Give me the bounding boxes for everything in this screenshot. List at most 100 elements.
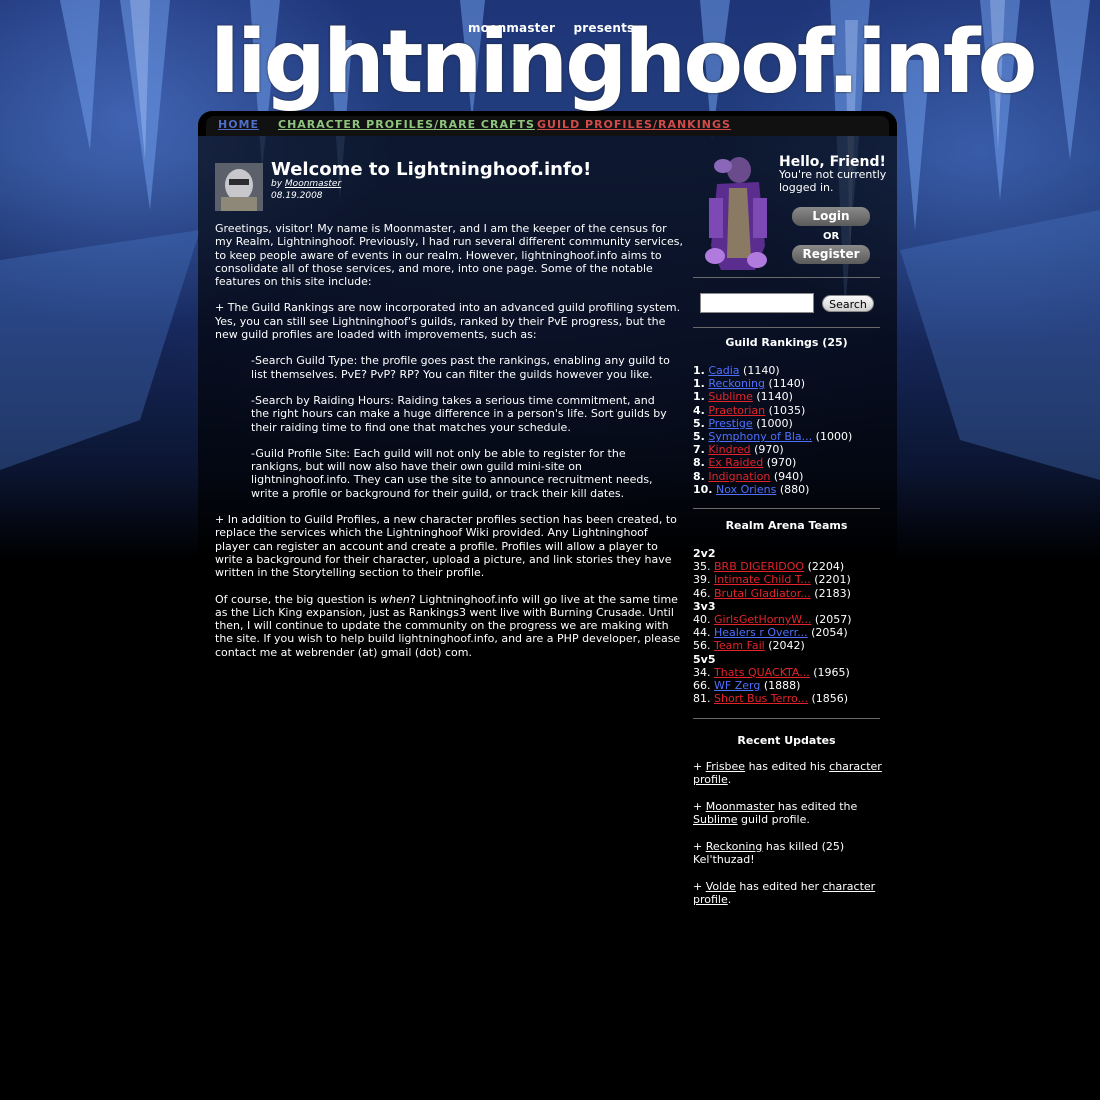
article-feature-item: -Guild Profile Site: Each guild will not…	[251, 446, 653, 500]
guild-ranking-row: 4. Praetorian (1035)	[693, 404, 891, 417]
arena-team-rank: 46.	[693, 586, 711, 600]
arena-team-link[interactable]: BRB DIGERIDOO	[714, 560, 804, 573]
update-text: has edited his	[745, 760, 830, 773]
divider	[693, 718, 880, 719]
guild-name-link[interactable]: Ex Raided	[708, 456, 763, 469]
article-date: 08.19.2008	[271, 191, 323, 201]
guild-score: (1140)	[743, 364, 780, 377]
author-avatar[interactable]	[215, 163, 263, 211]
guild-rankings-list: 1. Cadia (1140) 1. Reckoning (1140) 1. Sub…	[693, 364, 891, 496]
divider	[693, 327, 880, 328]
update-user-link[interactable]: Frisbee	[706, 760, 745, 773]
update-text: has edited her	[735, 879, 823, 893]
guild-name-link[interactable]: Nox Oriens	[716, 483, 776, 496]
arena-team-rank: 44.	[693, 626, 711, 640]
search-button[interactable]: Search	[822, 295, 874, 312]
guild-score: (1140)	[768, 377, 806, 391]
arena-teams-list: 2v2 35. BRB DIGERIDOO (2204) 39. Intimate …	[693, 547, 891, 705]
last-em: when	[380, 592, 410, 606]
update-suffix: .	[727, 773, 732, 787]
nav-home-link[interactable]: HOME	[218, 118, 259, 131]
arena-team-row: 56. Team Fail (2042)	[693, 639, 891, 652]
update-user-link[interactable]: Moonmaster	[706, 800, 775, 813]
article-paragraph-last: Of course, the big question is when? Lig…	[215, 593, 683, 659]
guild-score: (1035)	[768, 403, 806, 417]
article-feature-item: -Search Guild Type: the profile goes pas…	[251, 354, 670, 381]
arena-bracket-label: 5v5	[693, 652, 716, 666]
guild-rank-number: 5.	[693, 416, 705, 430]
or-separator: OR	[823, 231, 840, 242]
update-text: has edited the	[774, 799, 858, 813]
guild-rank-number: 7.	[693, 443, 705, 457]
guild-name-link[interactable]: Symphony of Bla...	[708, 430, 812, 443]
guild-rank-number: 1.	[693, 364, 705, 377]
arena-team-link[interactable]: Healers r Overr...	[714, 626, 808, 639]
arena-team-link[interactable]: Brutal Gladiator...	[714, 587, 811, 600]
update-prefix: +	[693, 879, 706, 893]
login-button[interactable]: Login	[792, 207, 870, 226]
arena-team-rank: 56.	[693, 639, 711, 653]
arena-team-rank: 34.	[693, 665, 711, 679]
guild-ranking-row: 8. Ex Raided (970)	[693, 456, 891, 469]
update-prefix: +	[693, 760, 706, 773]
divider	[693, 277, 880, 278]
guild-score: (940)	[773, 469, 804, 483]
guild-ranking-row: 1. Sublime (1140)	[693, 390, 891, 403]
nav-character-profiles-link[interactable]: CHARACTER PROFILES/RARE CRAFTS	[278, 118, 535, 131]
arena-team-rank: 81.	[693, 692, 711, 706]
guild-rank-number: 1.	[693, 390, 705, 404]
guild-rank-number: 1.	[693, 377, 705, 391]
article-paragraph: + In addition to Guild Profiles, a new c…	[215, 513, 677, 580]
update-prefix: +	[693, 839, 706, 853]
guild-score: (1000)	[815, 429, 853, 443]
update-suffix: guild profile.	[737, 813, 810, 827]
update-target-link[interactable]: Sublime	[693, 813, 738, 826]
guild-score: (1000)	[756, 416, 793, 430]
guild-name-link[interactable]: Kindred	[708, 443, 750, 456]
guild-rank-number: 8.	[693, 456, 705, 470]
guild-name-link[interactable]: Sublime	[708, 390, 753, 403]
guild-score: (970)	[754, 443, 784, 457]
site-logo[interactable]: lightninghoof.info moonmaster presents	[210, 18, 1037, 106]
update-item: + Moonmaster has edited the Sublime guil…	[693, 800, 883, 827]
article-paragraph: Greetings, visitor! My name is Moonmaste…	[215, 222, 683, 289]
arena-team-link[interactable]: Team Fail	[714, 639, 765, 652]
guild-rank-number: 4.	[693, 403, 705, 417]
guild-name-link[interactable]: Reckoning	[708, 377, 765, 390]
arena-team-link[interactable]: Intimate Child T...	[714, 573, 811, 586]
guild-ranking-row: 5. Symphony of Bla... (1000)	[693, 430, 891, 443]
arena-team-link[interactable]: WF Zerg	[714, 679, 760, 692]
guild-rankings-heading: Guild Rankings (25)	[725, 336, 848, 349]
author-avatar-image	[215, 163, 263, 211]
arena-team-rating: (1856)	[811, 692, 849, 706]
arena-team-row: 66. WF Zerg (1888)	[693, 679, 891, 692]
arena-team-link[interactable]: Thats QUACKTA...	[714, 666, 810, 679]
guild-ranking-row: 10. Nox Oriens (880)	[693, 483, 891, 496]
guild-name-link[interactable]: Cadia	[708, 364, 739, 377]
article-author-link[interactable]: Moonmaster	[285, 179, 341, 189]
guild-name-link[interactable]: Prestige	[708, 417, 752, 430]
arena-team-rank: 39.	[693, 573, 711, 587]
guild-name-link[interactable]: Indignation	[708, 470, 770, 483]
guild-rank-number: 5.	[693, 429, 705, 443]
arena-team-rating: (2057)	[814, 612, 852, 626]
update-item: + Volde has edited her character profile…	[693, 880, 883, 907]
register-button[interactable]: Register	[792, 245, 870, 264]
arena-team-rating: (2183)	[814, 586, 851, 600]
nav-guild-profiles-link[interactable]: GUILD PROFILES/RANKINGS	[537, 118, 731, 131]
recent-updates-list: + Frisbee has edited his character profi…	[693, 760, 883, 920]
guild-ranking-row: 7. Kindred (970)	[693, 443, 891, 456]
search-input[interactable]	[700, 293, 814, 313]
arena-bracket-label: 3v3	[693, 599, 716, 613]
arena-team-rank: 66.	[693, 678, 711, 692]
update-suffix: .	[727, 893, 732, 907]
arena-team-link[interactable]: GirlsGetHornyW...	[714, 613, 811, 626]
arena-team-row: 40. GirlsGetHornyW... (2057)	[693, 613, 891, 626]
update-user-link[interactable]: Reckoning	[706, 840, 763, 853]
arena-team-rating: (2054)	[811, 626, 848, 640]
arena-team-row: 35. BRB DIGERIDOO (2204)	[693, 560, 891, 573]
update-user-link[interactable]: Volde	[706, 880, 736, 893]
last-pre: Of course, the big question is	[215, 592, 381, 606]
guild-name-link[interactable]: Praetorian	[708, 404, 765, 417]
arena-team-link[interactable]: Short Bus Terro...	[714, 692, 808, 705]
